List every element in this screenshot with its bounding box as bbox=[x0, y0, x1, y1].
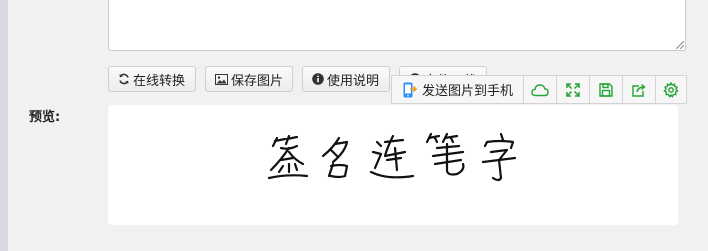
save-image-button[interactable]: 保存图片 bbox=[205, 66, 293, 92]
send-to-phone-label: 发送图片到手机 bbox=[422, 84, 514, 99]
save-disk-button[interactable] bbox=[590, 76, 624, 103]
usage-instructions-button[interactable]: 使用说明 bbox=[302, 66, 390, 92]
settings-icon bbox=[663, 81, 679, 98]
convert-online-label: 在线转换 bbox=[133, 73, 186, 89]
share-button[interactable] bbox=[623, 76, 657, 103]
convert-online-button[interactable]: 在线转换 bbox=[108, 66, 196, 92]
usage-instructions-label: 使用说明 bbox=[327, 73, 380, 89]
send-to-phone-button[interactable]: 发送图片到手机 bbox=[392, 76, 525, 103]
cloud-button[interactable] bbox=[524, 76, 558, 103]
refresh-icon bbox=[118, 73, 130, 85]
preview-label: 预览: bbox=[29, 110, 61, 125]
image-toolbar: 发送图片到手机 bbox=[391, 75, 688, 104]
settings-button[interactable] bbox=[656, 76, 686, 103]
signature-preview-image bbox=[267, 132, 517, 182]
info-icon bbox=[312, 73, 324, 85]
fullscreen-button[interactable] bbox=[557, 76, 591, 103]
image-icon bbox=[215, 73, 228, 85]
save-image-label: 保存图片 bbox=[231, 73, 284, 89]
resize-grip-icon[interactable] bbox=[676, 41, 684, 49]
phone-send-icon bbox=[403, 82, 417, 98]
share-icon bbox=[632, 83, 646, 97]
save-disk-icon bbox=[599, 82, 613, 97]
left-sidebar-edge bbox=[0, 0, 8, 251]
cloud-icon bbox=[531, 83, 549, 96]
fullscreen-icon bbox=[566, 82, 580, 97]
signature-text-input[interactable] bbox=[108, 0, 686, 51]
